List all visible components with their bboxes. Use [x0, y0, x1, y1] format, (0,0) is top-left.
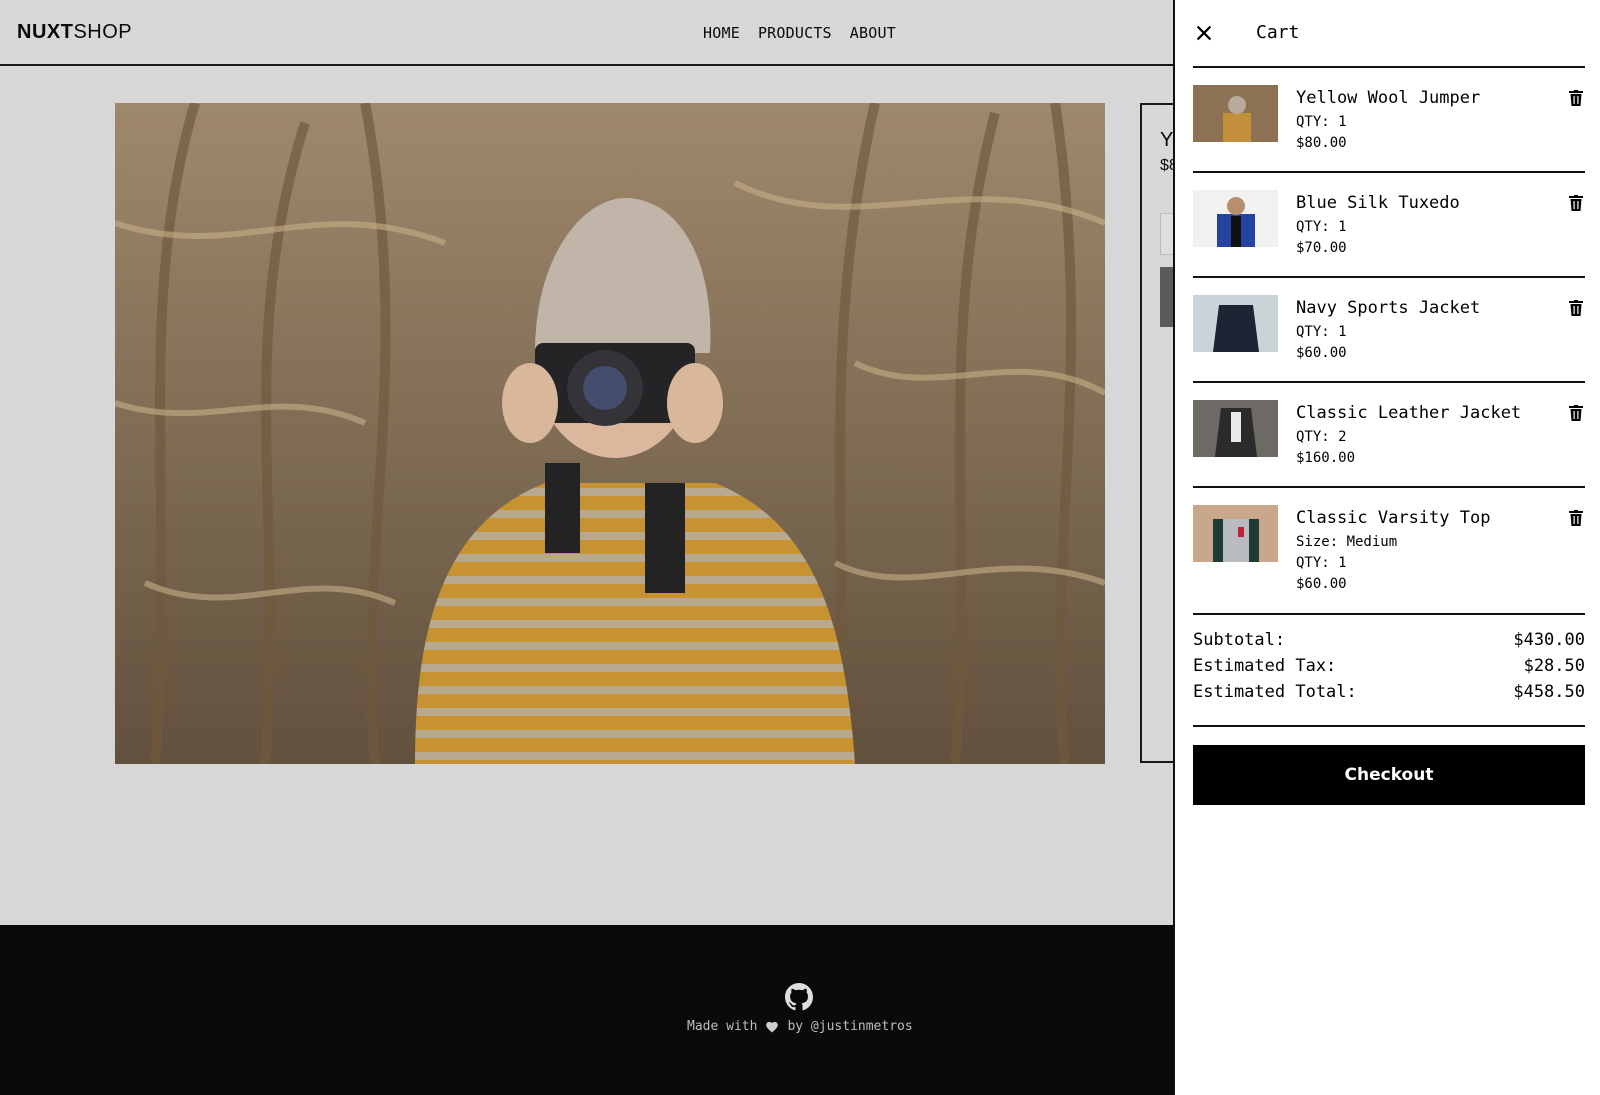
cart-item: Classic Leather Jacket QTY: 2 $160.00 — [1193, 383, 1585, 488]
item-size: Size: Medium — [1296, 534, 1398, 550]
item-price: $70.00 — [1296, 240, 1347, 256]
cart-drawer: Cart Yellow Wool Jumper QTY: 1 $80.00 Bl… — [1173, 0, 1600, 1095]
total-value: $458.50 — [1513, 682, 1585, 702]
total-row: Estimated Total: $458.50 — [1193, 682, 1585, 708]
trash-icon[interactable] — [1569, 510, 1583, 526]
item-name[interactable]: Classic Leather Jacket — [1296, 403, 1521, 423]
trash-icon[interactable] — [1569, 405, 1583, 421]
item-thumbnail[interactable] — [1193, 505, 1278, 562]
close-icon[interactable] — [1193, 22, 1215, 44]
item-qty: QTY: 1 — [1296, 219, 1347, 235]
trash-icon[interactable] — [1569, 195, 1583, 211]
item-qty: QTY: 2 — [1296, 429, 1347, 445]
item-thumbnail[interactable] — [1193, 85, 1278, 142]
trash-icon[interactable] — [1569, 90, 1583, 106]
subtotal-row: Subtotal: $430.00 — [1193, 630, 1585, 656]
cart-totals: Subtotal: $430.00 Estimated Tax: $28.50 … — [1193, 630, 1585, 727]
item-price: $80.00 — [1296, 135, 1347, 151]
item-thumbnail[interactable] — [1193, 400, 1278, 457]
cart-item: Navy Sports Jacket QTY: 1 $60.00 — [1193, 278, 1585, 383]
trash-icon[interactable] — [1569, 300, 1583, 316]
subtotal-value: $430.00 — [1513, 630, 1585, 650]
drawer-backdrop[interactable] — [0, 0, 1173, 1095]
item-thumbnail[interactable] — [1193, 295, 1278, 352]
item-price: $160.00 — [1296, 450, 1356, 466]
item-thumbnail[interactable] — [1193, 190, 1278, 247]
tax-label: Estimated Tax: — [1193, 656, 1337, 676]
tax-value: $28.50 — [1523, 656, 1585, 676]
cart-header: Cart — [1193, 0, 1585, 68]
item-qty: QTY: 1 — [1296, 555, 1347, 571]
cart-item: Yellow Wool Jumper QTY: 1 $80.00 — [1193, 68, 1585, 173]
item-qty: QTY: 1 — [1296, 324, 1347, 340]
cart-items: Yellow Wool Jumper QTY: 1 $80.00 Blue Si… — [1193, 68, 1585, 615]
item-name[interactable]: Blue Silk Tuxedo — [1296, 193, 1460, 213]
item-price: $60.00 — [1296, 345, 1347, 361]
item-qty: QTY: 1 — [1296, 114, 1347, 130]
cart-title: Cart — [1256, 22, 1300, 43]
cart-item: Classic Varsity Top Size: Medium QTY: 1 … — [1193, 488, 1585, 615]
item-name[interactable]: Yellow Wool Jumper — [1296, 88, 1480, 108]
item-name[interactable]: Navy Sports Jacket — [1296, 298, 1480, 318]
item-price: $60.00 — [1296, 576, 1347, 592]
total-label: Estimated Total: — [1193, 682, 1357, 702]
page: NUXTSHOP HOME PRODUCTS ABOUT Y $8 Made w… — [0, 0, 1600, 1095]
subtotal-label: Subtotal: — [1193, 630, 1286, 650]
tax-row: Estimated Tax: $28.50 — [1193, 656, 1585, 682]
item-name[interactable]: Classic Varsity Top — [1296, 508, 1490, 528]
checkout-button[interactable]: Checkout — [1193, 745, 1585, 805]
cart-item: Blue Silk Tuxedo QTY: 1 $70.00 — [1193, 173, 1585, 278]
